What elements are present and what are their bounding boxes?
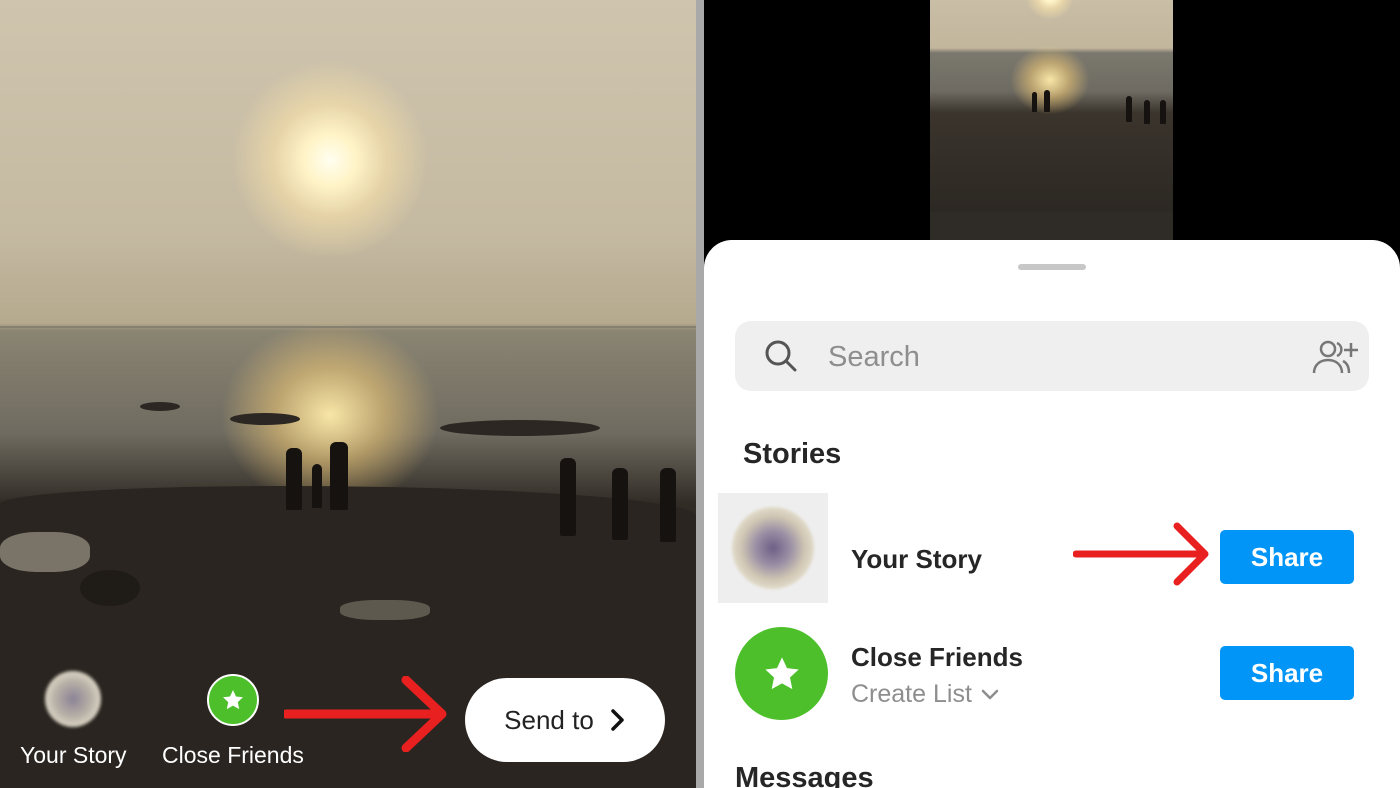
sun bbox=[230, 60, 430, 260]
close-friends-name: Close Friends bbox=[851, 642, 1023, 672]
close-friends-button[interactable] bbox=[207, 674, 259, 726]
person-silhouette bbox=[660, 468, 676, 542]
person-silhouette bbox=[560, 458, 576, 536]
person-silhouette bbox=[1032, 92, 1037, 112]
thumbnail-sun bbox=[1025, 0, 1075, 20]
chevron-down-icon bbox=[981, 689, 999, 699]
close-friends-label: Close Friends bbox=[162, 742, 304, 768]
person-silhouette bbox=[612, 468, 628, 540]
send-to-button[interactable]: Send to bbox=[465, 678, 665, 762]
star-icon bbox=[764, 656, 799, 689]
create-list-label: Create List bbox=[851, 680, 972, 708]
media-thumbnail bbox=[930, 0, 1173, 240]
rock bbox=[140, 402, 180, 411]
thumbnail-sun-reflection bbox=[1010, 45, 1090, 115]
annotation-arrow bbox=[1073, 522, 1209, 586]
rock bbox=[230, 413, 300, 425]
person-silhouette bbox=[286, 448, 302, 510]
person-silhouette bbox=[312, 464, 322, 508]
send-to-label: Send to bbox=[504, 704, 594, 735]
tide-pool bbox=[0, 532, 90, 572]
annotation-arrow bbox=[284, 676, 447, 752]
create-list-link[interactable]: Create List bbox=[851, 680, 1000, 709]
your-story-name: Your Story bbox=[851, 544, 982, 574]
search-bar[interactable]: Search bbox=[735, 321, 1369, 391]
person-silhouette bbox=[1144, 100, 1150, 124]
your-story-label: Your Story bbox=[20, 742, 127, 768]
person-silhouette bbox=[330, 442, 348, 510]
your-story-avatar bbox=[718, 493, 828, 603]
rock bbox=[80, 570, 140, 606]
messages-heading: Messages bbox=[735, 762, 874, 788]
person-silhouette bbox=[1126, 96, 1132, 122]
person-silhouette bbox=[1044, 90, 1050, 112]
rock bbox=[440, 420, 600, 436]
add-people-icon[interactable] bbox=[1311, 338, 1359, 376]
chevron-right-icon bbox=[611, 709, 624, 731]
horizon bbox=[0, 326, 696, 328]
close-friends-avatar bbox=[735, 627, 828, 720]
camera-preview: Your Story Close Friends Send to bbox=[0, 0, 696, 788]
share-sheet: Search Stories Your Story Share Close Fr… bbox=[704, 240, 1400, 788]
search-input[interactable]: Search bbox=[828, 341, 920, 374]
share-your-story-button[interactable]: Share bbox=[1220, 530, 1354, 584]
share-close-friends-button[interactable]: Share bbox=[1220, 646, 1354, 700]
person-silhouette bbox=[1160, 100, 1166, 124]
search-icon bbox=[765, 340, 797, 372]
drag-handle[interactable] bbox=[1018, 264, 1086, 270]
panel-divider bbox=[696, 0, 704, 788]
stories-heading: Stories bbox=[743, 438, 842, 470]
tide-pool bbox=[340, 600, 430, 620]
your-story-avatar[interactable] bbox=[45, 671, 101, 727]
share-screen: Search Stories Your Story Share Close Fr… bbox=[704, 0, 1400, 788]
star-icon bbox=[223, 690, 243, 710]
